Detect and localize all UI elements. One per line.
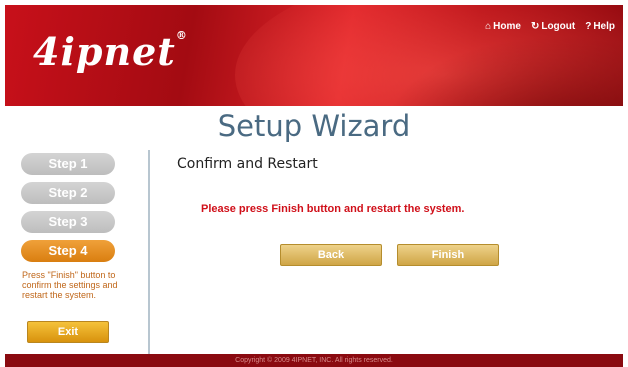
help-link[interactable]: ? Help: [585, 21, 615, 32]
wizard-steps: Step 1 Step 2 Step 3 Step 4: [21, 153, 133, 269]
header-banner: 4ipnet® ⌂ Home ↻ Logout ? Help: [5, 5, 623, 106]
copyright-footer: Copyright © 2009 4IPNET, INC. All rights…: [5, 354, 623, 367]
logout-link-label: Logout: [541, 21, 576, 32]
step-3: Step 3: [21, 211, 115, 233]
logo-registered-mark: ®: [175, 29, 188, 43]
vertical-divider: [148, 150, 150, 355]
logout-icon: ↻: [530, 21, 540, 32]
step-1: Step 1: [21, 153, 115, 175]
logout-link[interactable]: ↻ Logout: [531, 21, 575, 32]
header-shadow: [383, 35, 623, 106]
page-frame: 4ipnet® ⌂ Home ↻ Logout ? Help Setup Wiz…: [5, 5, 623, 367]
section-title: Confirm and Restart: [177, 156, 318, 172]
step-4-active: Step 4: [21, 240, 115, 262]
help-icon: ?: [585, 21, 592, 32]
exit-button[interactable]: Exit: [27, 321, 109, 343]
back-button[interactable]: Back: [280, 244, 382, 266]
logo-text: 4ipnet: [33, 29, 176, 74]
restart-message: Please press Finish button and restart t…: [201, 203, 465, 215]
page-title: Setup Wizard: [217, 109, 411, 143]
home-link[interactable]: ⌂ Home: [485, 21, 521, 32]
finish-button[interactable]: Finish: [397, 244, 499, 266]
home-link-label: Home: [493, 21, 521, 32]
step-2: Step 2: [21, 182, 115, 204]
step-description: Press "Finish" button to confirm the set…: [22, 270, 118, 300]
brand-logo: 4ipnet®: [33, 29, 188, 74]
home-icon: ⌂: [485, 21, 492, 32]
top-links: ⌂ Home ↻ Logout ? Help: [485, 21, 615, 32]
help-link-label: Help: [593, 21, 615, 32]
